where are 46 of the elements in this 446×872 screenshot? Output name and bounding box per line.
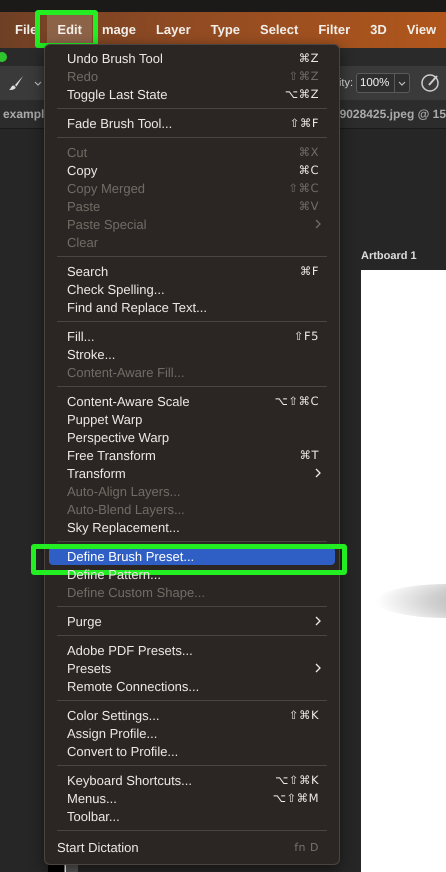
menu-item[interactable]: Color Settings... ⇧⌘K [45,706,339,724]
menu-item[interactable]: Assign Profile... [45,724,339,742]
chevron-down-icon[interactable] [34,80,42,86]
brush-icon[interactable] [8,75,24,91]
menu-item[interactable]: Remote Connections... [45,677,339,695]
menu-item[interactable]: Fade Brush Tool... ⇧⌘F [45,114,339,132]
menu-item[interactable]: Perspective Warp [45,428,339,446]
chevron-right-icon [315,616,321,626]
menu-item[interactable]: Stroke... [45,345,339,363]
menu-item[interactable]: Search ⌘F [45,262,339,280]
menu-item[interactable]: Presets [45,659,339,677]
menu-item[interactable]: Keyboard Shortcuts... ⌥⇧⌘K [45,771,339,789]
chevron-right-icon [315,663,321,673]
menu-item[interactable]: Copy ⌘C [45,161,339,179]
opacity-field[interactable]: 100% [356,73,410,93]
chevron-down-icon [398,80,406,86]
menu-item[interactable]: Toolbar... [45,807,339,825]
menu-bar-item[interactable]: 3D [360,12,397,48]
document-tab[interactable]: exampl [0,107,48,121]
chevron-right-icon [315,219,321,229]
menu-bar-item[interactable]: View [396,12,446,48]
menu-item[interactable]: Sky Replacement... [45,518,339,536]
menu-item[interactable]: Start Dictation fn D [45,836,339,858]
menu-item[interactable]: Puppet Warp [45,410,339,428]
document-tab[interactable]: 9028425.jpeg @ 15 [336,107,446,121]
menu-item[interactable]: Toggle Last State ⌥⌘Z [45,85,339,103]
menu-item[interactable]: Fill... ⇧F5 [45,327,339,345]
menu-item[interactable]: Transform [45,464,339,482]
menu-item[interactable]: Convert to Profile... [45,742,339,760]
menu-item[interactable]: Check Spelling... [45,280,339,298]
menu-item[interactable]: Purge [45,612,339,630]
menu-item[interactable]: Find and Replace Text... [45,298,339,316]
menu-bar-item[interactable]: Layer [146,12,201,48]
menu-item[interactable]: Undo Brush Tool ⌘Z [45,49,339,67]
menu-item[interactable]: Content-Aware Scale ⌥⇧⌘C [45,392,339,410]
window-dot-icon[interactable] [0,52,7,62]
artboard-label: Artboard 1 [361,249,418,264]
menu-item[interactable]: Adobe PDF Presets... [45,641,339,659]
menu-bar-item[interactable]: Type [200,12,250,48]
chevron-right-icon [315,468,321,478]
menu-item[interactable]: Menus... ⌥⇧⌘M [45,789,339,807]
menu-bar-item[interactable]: mage [92,12,146,48]
menu-bar-item[interactable]: Filter [308,12,360,48]
menu-bar-item[interactable]: Select [250,12,308,48]
airbrush-icon[interactable] [420,73,440,93]
menu-item[interactable]: Free Transform ⌘T [45,446,339,464]
